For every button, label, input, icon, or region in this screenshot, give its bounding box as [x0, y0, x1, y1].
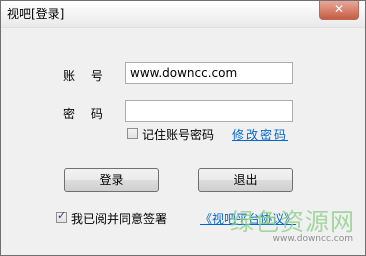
title-bar: 视吧[登录] ✕: [1, 1, 365, 28]
remember-checkbox[interactable]: [127, 128, 138, 139]
login-button[interactable]: 登录: [64, 168, 159, 192]
window-title: 视吧[登录]: [7, 7, 65, 21]
account-label: 账 号: [63, 69, 109, 83]
agreement-label: 我已阅并同意签署: [71, 212, 168, 226]
agreement-checkbox[interactable]: [56, 209, 67, 223]
remember-label: 记住账号密码: [142, 128, 215, 142]
close-button[interactable]: ✕: [319, 1, 359, 20]
password-label: 密 码: [63, 107, 109, 121]
account-input[interactable]: [125, 62, 293, 84]
watermark-url: www.downcc.com: [272, 234, 353, 244]
password-input[interactable]: [125, 100, 293, 122]
change-password-link[interactable]: 修改密码: [232, 126, 288, 143]
watermark-text: 绿色资源网: [230, 208, 355, 236]
login-window: 视吧[登录] ✕ 账 号 密 码 记住账号密码 修改密码 登录 退出 我已阅并同…: [0, 0, 366, 256]
exit-button[interactable]: 退出: [198, 168, 293, 192]
